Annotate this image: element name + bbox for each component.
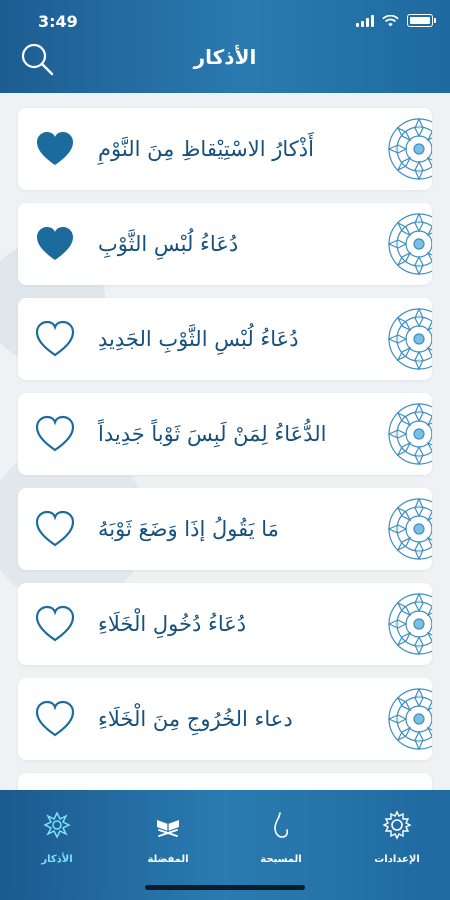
home-indicator (145, 885, 305, 890)
heart-outline-icon[interactable] (34, 510, 76, 548)
status-time: 3:49 (38, 12, 78, 31)
heart-outline-icon[interactable] (34, 320, 76, 358)
tab-label: الأذكار (41, 854, 73, 865)
list-item-partial[interactable] (18, 773, 432, 790)
tab-adhkar[interactable]: الأذكار (12, 810, 102, 870)
ornament-icon (388, 308, 432, 370)
list-item[interactable]: أَذْكارُ الاسْتِيْقاظِ مِنَ النَّوْمِ (18, 108, 432, 190)
tab-label: المسبحة (260, 854, 302, 865)
item-title: دُعَاءُ لُبْسِ الثَّوْبِ (98, 232, 239, 256)
ornament-icon (388, 118, 432, 180)
heart-filled-icon[interactable] (34, 225, 76, 263)
heart-outline-icon[interactable] (34, 605, 76, 643)
list-item[interactable]: الدُّعَاءُ لِمَنْ لَبِسَ ثَوْباً جَدِيدا… (18, 393, 432, 475)
battery-icon (407, 14, 433, 27)
tab-label: الإعدادات (374, 854, 420, 865)
tab-bar: الإعدادات المسبحة المفضلة الأذكار (0, 790, 450, 900)
status-icons (356, 14, 436, 27)
item-title: دعاء الخُرُوجِ مِنَ الْخَلَاءِ (98, 707, 293, 731)
cellular-signal-icon (356, 14, 374, 27)
item-title: دُعَاءُ لُبْسِ الثَّوْبِ الجَدِيدِ (98, 327, 299, 351)
tab-label: المفضلة (147, 854, 189, 865)
ornament-icon (388, 688, 432, 750)
ornament-icon (388, 593, 432, 655)
item-title: الدُّعَاءُ لِمَنْ لَبِسَ ثَوْباً جَدِيدا… (98, 422, 327, 446)
page-title: الأذكار (193, 45, 257, 69)
list-item[interactable]: دعاء الخُرُوجِ مِنَ الْخَلَاءِ (18, 678, 432, 760)
wifi-icon (382, 14, 399, 26)
list-item[interactable]: دُعَاءُ دُخُولِ الْخَلَاءِ (18, 583, 432, 665)
settings-icon (382, 810, 412, 840)
quran-stand-icon (157, 820, 179, 837)
tab-favorites[interactable]: المفضلة (123, 810, 213, 870)
list-item[interactable]: مَا يَقُولُ إذَا وَضَعَ ثَوْبَهُ (18, 488, 432, 570)
heart-outline-icon[interactable] (34, 415, 76, 453)
ornament-icon (388, 498, 432, 560)
item-title: أَذْكارُ الاسْتِيْقاظِ مِنَ النَّوْمِ (98, 137, 314, 161)
list-item[interactable]: دُعَاءُ لُبْسِ الثَّوْبِ الجَدِيدِ (18, 298, 432, 380)
tab-tasbih[interactable]: المسبحة (236, 810, 326, 870)
item-title: مَا يَقُولُ إذَا وَضَعَ ثَوْبَهُ (98, 517, 279, 541)
ornament-icon (388, 403, 432, 465)
header-bar: 3:49 الأذكار (0, 0, 450, 93)
prayer-beads-icon (274, 812, 289, 838)
tab-settings[interactable]: الإعدادات (352, 810, 442, 870)
ornament-icon (388, 213, 432, 275)
heart-filled-icon[interactable] (34, 130, 76, 168)
adhkar-list[interactable]: أَذْكارُ الاسْتِيْقاظِ مِنَ النَّوْمِ دُ… (0, 93, 450, 790)
list-item[interactable]: دُعَاءُ لُبْسِ الثَّوْبِ (18, 203, 432, 285)
status-bar: 3:49 (0, 0, 450, 40)
item-title: دُعَاءُ دُخُولِ الْخَلَاءِ (98, 612, 247, 636)
ornament-icon (43, 811, 71, 839)
heart-outline-icon[interactable] (34, 700, 76, 738)
